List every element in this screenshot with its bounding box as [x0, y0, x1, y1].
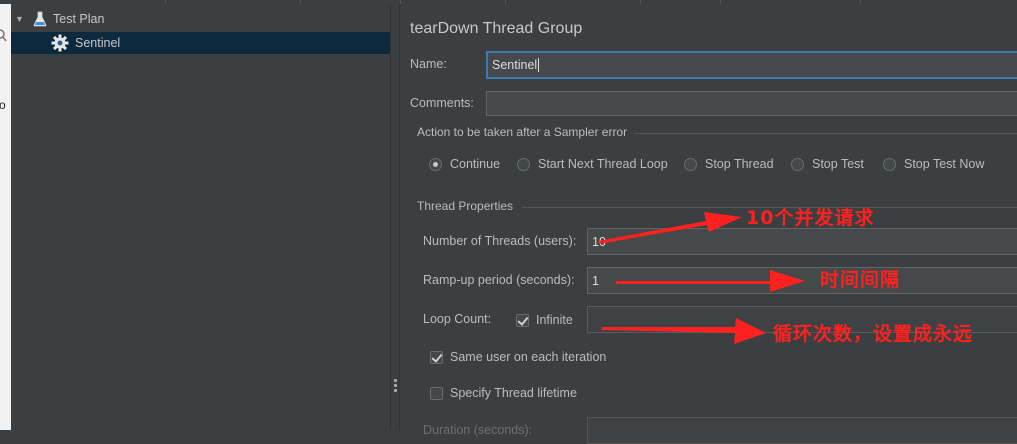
radio-stop-test[interactable]: Stop Test	[791, 157, 864, 171]
gear-icon	[51, 34, 69, 52]
radio-start-next-thread-loop[interactable]: Start Next Thread Loop	[517, 157, 668, 171]
thread-properties-group-title: Thread Properties	[417, 199, 514, 213]
duration-label: Duration (seconds):	[423, 423, 533, 437]
checkbox-label: Same user on each iteration	[450, 350, 607, 364]
loop-annotation: 循环次数，设置成永远	[773, 323, 974, 345]
radio-icon	[517, 157, 530, 171]
threads-field-value: 10	[592, 234, 606, 249]
threads-field[interactable]: 10	[587, 228, 1017, 255]
threads-annotation: 10个并发请求	[746, 207, 875, 229]
rampup-label: Ramp-up period (seconds):	[423, 273, 575, 287]
thread-lifetime-checkbox[interactable]: Specify Thread lifetime	[430, 386, 577, 400]
error-action-group-title: Action to be taken after a Sampler error	[417, 125, 628, 139]
tree-item-label: Sentinel	[75, 36, 121, 50]
page-title: tearDown Thread Group	[410, 20, 583, 37]
thread-group-panel: tearDown Thread Group Name: Sentinel Com…	[401, 4, 1017, 444]
name-field[interactable]: Sentinel	[486, 51, 1017, 79]
rampup-annotation: 时间间隔	[820, 269, 901, 291]
checkbox-label: Infinite	[536, 313, 573, 327]
rampup-field-value: 1	[592, 273, 599, 288]
group-border	[634, 133, 1017, 134]
radio-icon	[684, 157, 697, 171]
comments-label: Comments:	[410, 96, 474, 110]
radio-label: Start Next Thread Loop	[538, 157, 668, 171]
comments-field[interactable]	[486, 91, 1017, 116]
background-window-strip: o	[0, 4, 11, 430]
radio-label: Continue	[450, 157, 501, 171]
text-caret	[538, 58, 540, 72]
radio-icon	[791, 157, 804, 171]
rampup-field[interactable]: 1	[587, 267, 1017, 294]
tree-item-label: Test Plan	[53, 12, 105, 26]
expand-arrow-icon[interactable]: ▼	[15, 14, 25, 24]
tree-item-sentinel[interactable]: Sentinel	[11, 32, 391, 54]
radio-label: Stop Test	[812, 157, 864, 171]
splitter-grip-icon[interactable]	[394, 379, 397, 394]
checkbox-checked-icon	[516, 313, 529, 327]
name-label: Name:	[410, 57, 447, 71]
pane-splitter[interactable]	[390, 4, 400, 430]
checkbox-label: Specify Thread lifetime	[450, 386, 577, 400]
same-user-checkbox[interactable]: Same user on each iteration	[430, 350, 606, 364]
name-field-value: Sentinel	[492, 58, 538, 72]
radio-label: Stop Test Now	[904, 157, 985, 171]
radio-label: Stop Thread	[705, 157, 774, 171]
duration-field[interactable]	[587, 417, 1017, 444]
infinite-checkbox[interactable]: Infinite	[516, 313, 573, 327]
radio-continue[interactable]: Continue	[429, 157, 500, 171]
test-plan-tree: ▼ Test Plan Sentinel	[11, 4, 391, 430]
radio-stop-thread[interactable]: Stop Thread	[684, 157, 774, 171]
loop-count-label: Loop Count:	[423, 312, 492, 326]
checkbox-checked-icon	[430, 350, 443, 364]
checkbox-icon	[430, 386, 443, 400]
radio-selected-icon	[429, 157, 442, 171]
background-text: o	[0, 98, 6, 112]
threads-label: Number of Threads (users):	[423, 234, 577, 248]
search-icon	[0, 29, 7, 42]
radio-stop-test-now[interactable]: Stop Test Now	[883, 157, 984, 171]
tree-item-test-plan[interactable]: ▼ Test Plan	[11, 8, 391, 30]
radio-icon	[883, 157, 896, 171]
flask-icon	[33, 11, 47, 27]
